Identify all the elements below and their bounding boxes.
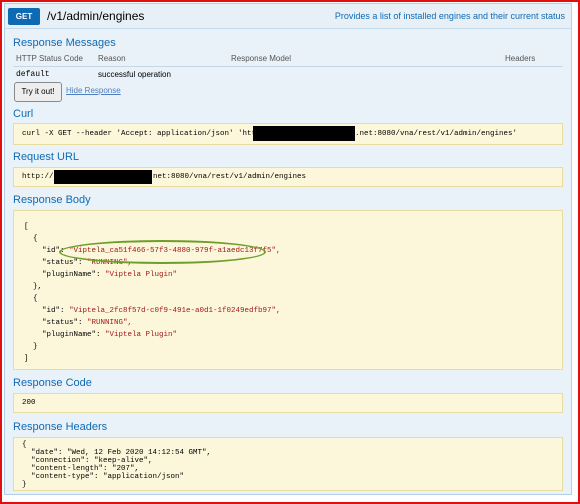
response-messages-title: Response Messages	[13, 37, 116, 49]
response-header-line: }	[22, 481, 27, 489]
column-response-model: Response Model	[231, 54, 292, 63]
redacted-host	[54, 170, 152, 184]
json-item-line: "pluginName": "Viptela Plugin"	[42, 271, 178, 279]
request-url-box: http:// net:8080/vna/rest/v1/admin/engin…	[13, 167, 563, 187]
response-body-title: Response Body	[13, 194, 91, 206]
try-it-out-button[interactable]: Try it out!	[14, 82, 62, 102]
endpoint-summary[interactable]: Provides a list of installed engines and…	[335, 11, 565, 21]
response-body-box: [ { "id": "Viptela_ca51f466-57f3-4880-97…	[13, 210, 563, 370]
curl-box: curl -X GET --header 'Accept: applicatio…	[13, 123, 563, 145]
curl-command-suffix: .net:8080/vna/rest/v1/admin/engines'	[355, 130, 518, 138]
reason-cell: successful operation	[98, 70, 171, 79]
column-http-status-code: HTTP Status Code	[16, 54, 83, 63]
column-headers: Headers	[505, 54, 536, 63]
request-url-title: Request URL	[13, 151, 80, 163]
response-code-value: 200	[22, 399, 36, 407]
column-reason: Reason	[98, 54, 126, 63]
status-code-cell: default	[16, 70, 50, 79]
json-item-line: "id": "Viptela_2fc8f57d-c0f9-491e-a0d1-1…	[42, 307, 281, 315]
response-messages-table-header: HTTP Status Code Reason Response Model H…	[13, 52, 563, 67]
operation-header[interactable]: GET /v1/admin/engines Provides a list of…	[5, 4, 571, 29]
response-headers-title: Response Headers	[13, 421, 108, 433]
response-header-line: "date": "Wed, 12 Feb 2020 14:12:54 GMT",	[22, 449, 212, 457]
response-header-line: "content-type": "application/json"	[22, 473, 185, 481]
json-item-line: "status": "RUNNING",	[42, 319, 133, 327]
json-open-bracket: [	[24, 223, 29, 231]
http-method-badge[interactable]: GET	[8, 8, 40, 25]
response-code-title: Response Code	[13, 377, 92, 389]
redacted-host	[253, 126, 355, 141]
highlight-ellipse	[59, 240, 266, 264]
curl-title: Curl	[13, 108, 34, 120]
response-header-line: {	[22, 441, 27, 449]
json-item-line: "pluginName": "Viptela Plugin"	[42, 331, 178, 339]
operation-panel: GET /v1/admin/engines Provides a list of…	[4, 3, 572, 495]
request-url-prefix: http://	[22, 173, 54, 181]
hide-response-link[interactable]: Hide Response	[66, 86, 121, 95]
response-header-line: "content-length": "207",	[22, 465, 140, 473]
curl-command-prefix: curl -X GET --header 'Accept: applicatio…	[22, 130, 270, 138]
json-open-brace: {	[33, 295, 38, 303]
response-code-box: 200	[13, 393, 563, 413]
json-close-brace: },	[33, 283, 43, 291]
endpoint-path[interactable]: /v1/admin/engines	[47, 9, 144, 23]
json-close-brace: }	[33, 343, 38, 351]
json-close-bracket: ]	[24, 355, 29, 363]
json-open-brace: {	[33, 235, 38, 243]
response-header-line: "connection": "keep-alive",	[22, 457, 153, 465]
request-url-suffix: net:8080/vna/rest/v1/admin/engines	[153, 173, 307, 181]
response-headers-box: { "date": "Wed, 12 Feb 2020 14:12:54 GMT…	[13, 437, 563, 491]
